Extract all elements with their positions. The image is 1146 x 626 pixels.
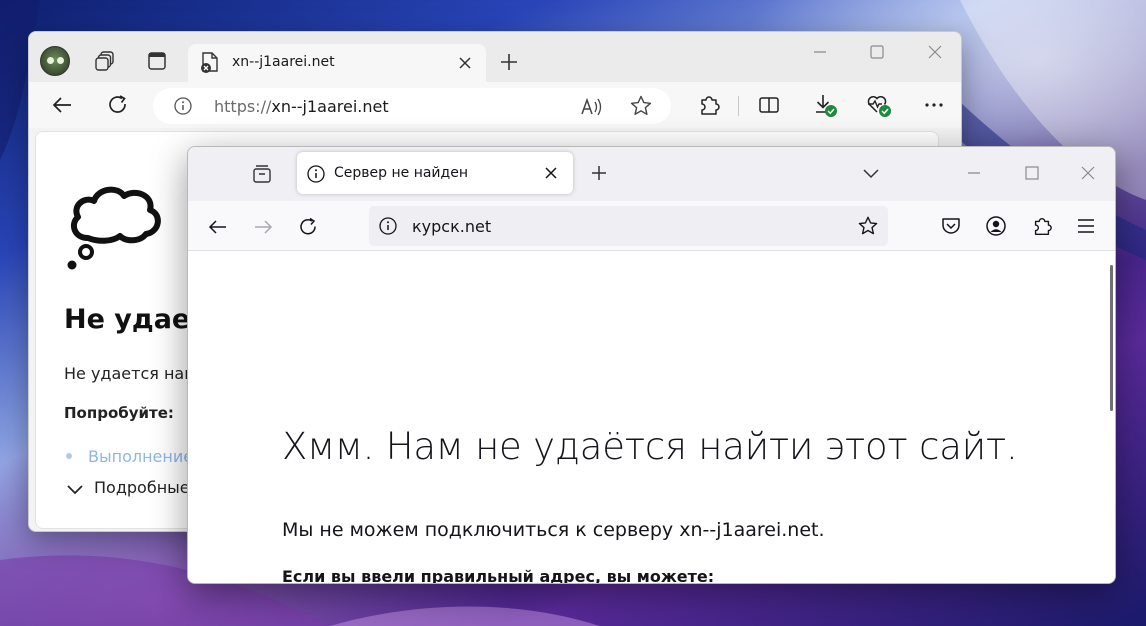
edge-details-toggle[interactable]: Подробные — [66, 478, 190, 497]
edge-active-tab[interactable]: xn--j1aarei.net — [188, 44, 486, 82]
forward-icon — [251, 215, 275, 239]
profile-avatar[interactable] — [40, 46, 70, 76]
close-tab-icon[interactable] — [456, 54, 474, 72]
minimize-icon[interactable] — [810, 42, 830, 62]
toolbar-divider — [738, 96, 739, 116]
edge-error-heading: Не удает — [64, 304, 206, 335]
close-window-icon[interactable] — [925, 42, 945, 62]
edge-url: https://xn--j1aarei.net — [214, 97, 389, 116]
edge-toolbar: https://xn--j1aarei.net — [29, 82, 961, 128]
info-icon[interactable] — [378, 216, 398, 236]
star-icon[interactable] — [857, 215, 879, 237]
pocket-icon[interactable] — [939, 214, 963, 238]
firefox-tab-bar: Сервер не найден — [188, 147, 1115, 201]
menu-icon[interactable] — [1074, 214, 1098, 238]
split-screen-icon[interactable] — [756, 92, 782, 118]
account-icon[interactable] — [984, 214, 1008, 238]
refresh-icon[interactable] — [105, 92, 131, 118]
puzzle-icon[interactable] — [1030, 214, 1054, 238]
chevron-down-icon — [66, 482, 84, 496]
minimize-icon[interactable] — [964, 163, 984, 183]
tab-list-icon[interactable] — [250, 162, 274, 186]
edge-tab-title: xn--j1aarei.net — [232, 54, 335, 70]
vertical-tabs-icon[interactable] — [145, 49, 169, 73]
firefox-page-content: Хмм. Нам не удаётся найти этот сайт. Мы … — [188, 251, 1115, 584]
back-icon[interactable] — [49, 92, 75, 118]
thought-cloud-icon — [66, 176, 166, 272]
heart-pulse-icon[interactable] — [866, 92, 892, 118]
read-aloud-icon[interactable] — [579, 95, 603, 119]
info-icon — [306, 164, 326, 184]
firefox-toolbar: курск.net — [188, 201, 1115, 251]
new-tab-icon[interactable] — [497, 50, 521, 74]
download-icon[interactable] — [812, 92, 838, 118]
firefox-browser-window: Сервер не найден курск.net Хмм. Нам не у… — [187, 146, 1116, 584]
more-icon[interactable] — [921, 92, 947, 118]
edge-error-message: Не удается найт — [64, 364, 204, 383]
firefox-tab-title: Сервер не найден — [334, 165, 468, 181]
star-icon[interactable] — [629, 94, 653, 118]
edge-tab-bar: xn--j1aarei.net — [29, 32, 961, 82]
maximize-icon[interactable] — [867, 42, 887, 62]
firefox-error-subheading: Если вы ввели правильный адрес, вы может… — [282, 567, 715, 584]
edge-try-label: Попробуйте: — [64, 404, 174, 422]
close-window-icon[interactable] — [1078, 163, 1098, 183]
firefox-error-message: Мы не можем подключиться к серверу xn--j… — [282, 519, 825, 541]
puzzle-icon[interactable] — [696, 92, 722, 118]
list-bullet — [66, 453, 72, 459]
url-protocol: https:// — [214, 97, 272, 116]
scrollbar-thumb[interactable] — [1110, 265, 1113, 411]
refresh-icon[interactable] — [296, 215, 320, 239]
firefox-active-tab[interactable]: Сервер не найден — [297, 152, 573, 194]
back-icon[interactable] — [206, 215, 230, 239]
firefox-address-bar[interactable]: курск.net — [369, 206, 888, 246]
edge-suggestion-link[interactable]: Выполнение — [88, 447, 193, 466]
chevron-down-icon[interactable] — [860, 162, 882, 184]
workspaces-icon[interactable] — [93, 49, 117, 73]
edge-address-bar[interactable]: https://xn--j1aarei.net — [153, 88, 671, 124]
firefox-url: курск.net — [412, 217, 492, 236]
url-host: xn--j1aarei.net — [271, 97, 389, 116]
close-tab-icon[interactable] — [543, 165, 559, 181]
edge-details-label: Подробные — [94, 478, 190, 497]
firefox-error-heading: Хмм. Нам не удаётся найти этот сайт. — [282, 425, 1018, 468]
new-tab-icon[interactable] — [588, 162, 610, 184]
maximize-icon[interactable] — [1022, 163, 1042, 183]
info-icon[interactable] — [173, 96, 193, 116]
page-error-icon — [200, 52, 220, 74]
